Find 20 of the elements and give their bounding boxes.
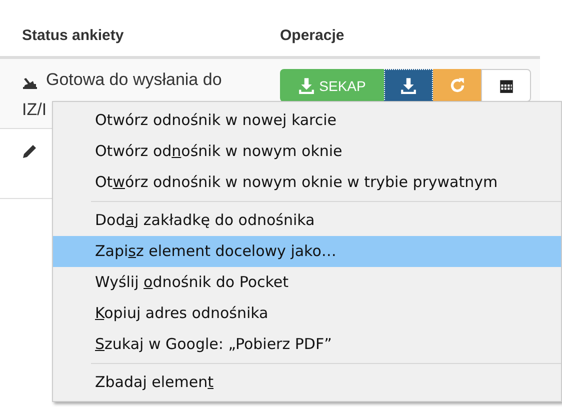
- pencil-icon: [22, 143, 38, 159]
- download-button[interactable]: [384, 69, 433, 102]
- status-text: IZ/I: [22, 99, 47, 121]
- calendar-button[interactable]: [481, 69, 531, 102]
- menu-item[interactable]: Kopiuj adres odnośnika: [53, 298, 561, 329]
- calendar-icon: [498, 77, 514, 94]
- download-icon: [400, 77, 417, 94]
- refresh-icon: [448, 77, 466, 94]
- menu-item[interactable]: Otwórz odnośnik w nowej karcie: [53, 105, 561, 136]
- download-icon: [298, 77, 316, 94]
- menu-item[interactable]: Zbadaj element: [53, 367, 561, 398]
- menu-item[interactable]: Otwórz odnośnik w nowym oknie: [53, 136, 561, 167]
- status-text: Gotowa do wysłania do: [46, 69, 222, 91]
- menu-item[interactable]: Szukaj w Google: „Pobierz PDF”: [53, 329, 561, 360]
- menu-item[interactable]: Zapisz element docelowy jako…: [53, 236, 561, 267]
- column-header: Status ankiety: [21, 27, 125, 46]
- menu-item[interactable]: Dodaj zakładkę do odnośnika: [53, 205, 561, 236]
- menu-item[interactable]: Wyślij odnośnik do Pocket: [53, 267, 561, 298]
- menu-item[interactable]: Otwórz odnośnik w nowym oknie w trybie prywatnym: [53, 167, 561, 198]
- column-header: Operacje: [280, 27, 346, 46]
